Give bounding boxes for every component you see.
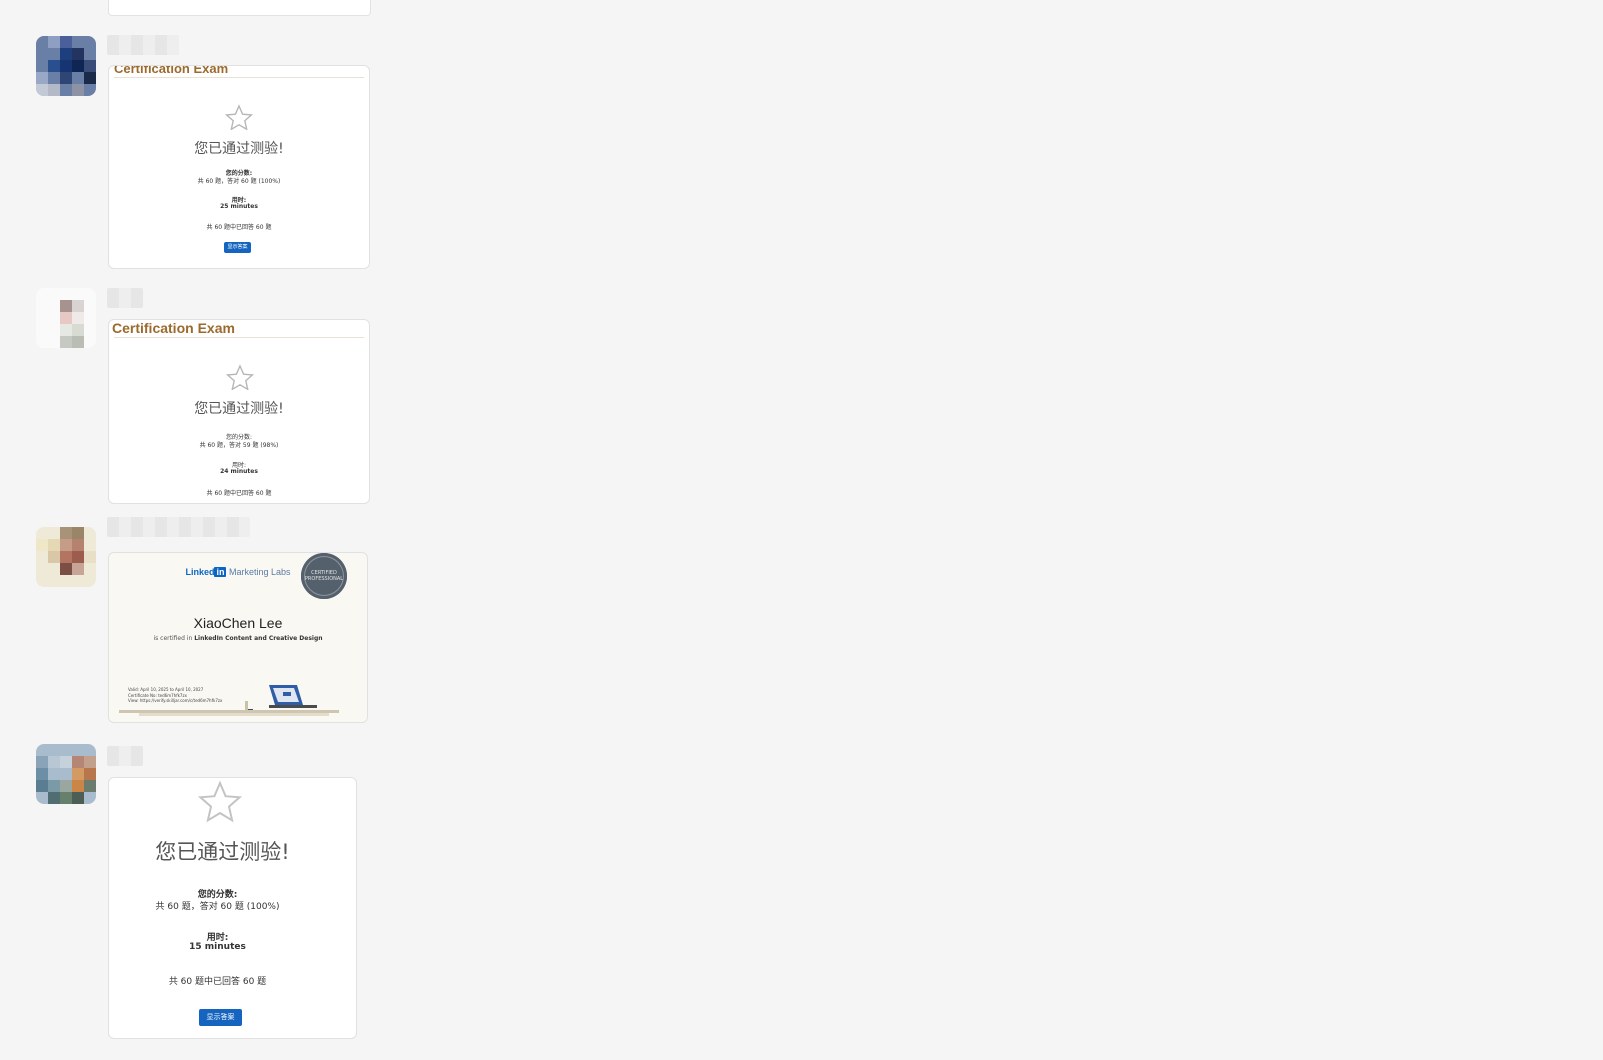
exam-result-card[interactable]: Certification Exam 您已通过测验! 您的分数: 共 60 题，…: [108, 65, 370, 269]
certificate-card[interactable]: Linked in Marketing Labs CERTIFIED PROFES…: [108, 552, 368, 723]
score-text: 共 60 题，答对 60 题 (100%): [155, 902, 280, 912]
answered-text: 共 60 题中已回答 60 题: [206, 490, 272, 497]
card-header: Certification Exam: [114, 65, 229, 76]
star-icon: [109, 364, 369, 390]
time-value: 15 minutes: [189, 942, 246, 952]
sender-name: [107, 517, 250, 537]
exam-result-card[interactable]: 您已通过测验! 您的分数: 共 60 题，答对 60 题 (100%) 用时: …: [108, 777, 357, 1039]
show-answers-button[interactable]: 显示答案: [224, 242, 251, 253]
sender-name: [107, 35, 179, 55]
previous-image-card[interactable]: [108, 0, 371, 16]
show-answers-button[interactable]: 显示答案: [199, 1009, 242, 1026]
sender-name: [107, 288, 143, 308]
avatar[interactable]: [36, 527, 96, 587]
sender-name: [107, 746, 143, 766]
certified-seal-icon: CERTIFIED PROFESSIONAL: [301, 553, 347, 599]
card-header: Certification Exam: [112, 320, 235, 336]
time-value: 25 minutes: [220, 203, 258, 210]
pass-title: 您已通过测验!: [194, 141, 284, 157]
answered-text: 共 60 题中已回答 60 题: [168, 977, 267, 987]
answered-text: 共 60 题中已回答 60 题: [206, 224, 272, 231]
star-icon: [109, 780, 356, 822]
pass-title: 您已通过测验!: [155, 840, 290, 864]
certificate-name: XiaoChen Lee: [193, 615, 283, 631]
star-icon: [109, 104, 369, 130]
certificate-subtitle: is certified in LinkedIn Content and Cre…: [153, 635, 323, 642]
avatar[interactable]: [36, 36, 96, 96]
score-text: 共 60 题，答对 60 题 (100%): [197, 178, 281, 185]
avatar[interactable]: [36, 744, 96, 804]
time-value: 24 minutes: [220, 468, 258, 475]
avatar[interactable]: [36, 288, 96, 348]
score-text: 共 60 题，答对 59 题 (98%): [199, 442, 279, 449]
pass-title: 您已通过测验!: [194, 401, 284, 417]
desk-illustration-icon: [119, 685, 339, 716]
exam-result-card[interactable]: Certification Exam 您已通过测验! 您的分数: 共 60 题，…: [108, 319, 370, 504]
